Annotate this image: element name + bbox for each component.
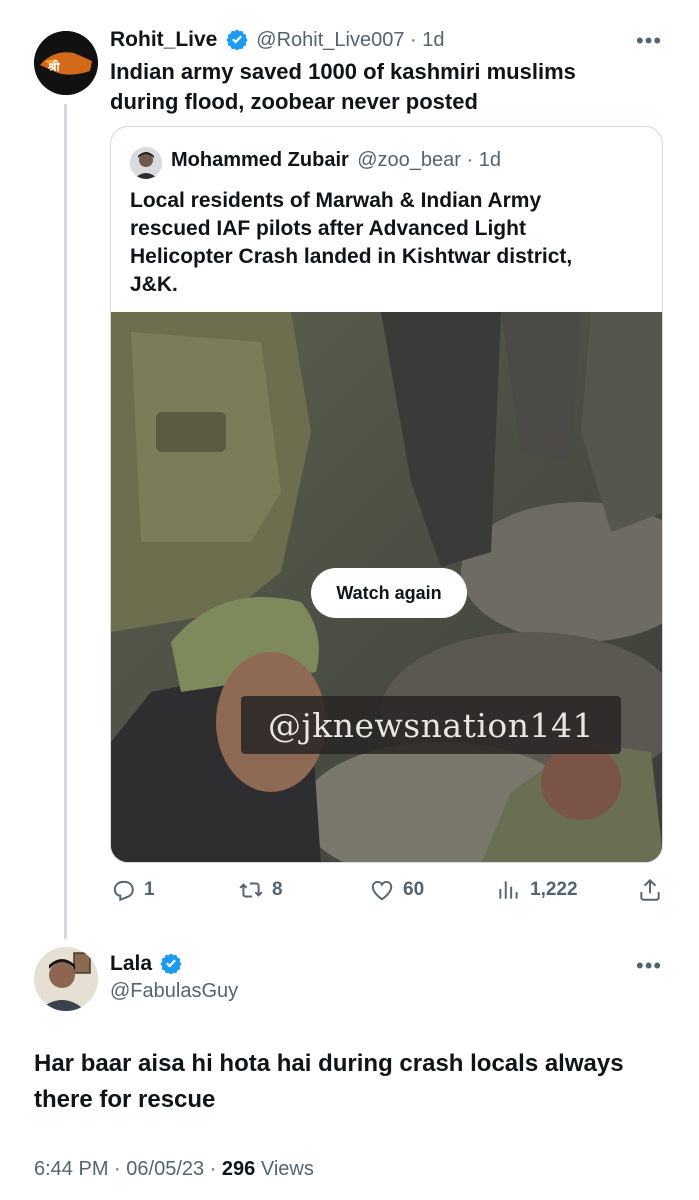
tweet-text-line: during flood, zoobear never posted: [110, 89, 478, 114]
like-count: 60: [403, 879, 425, 900]
svg-text:श्री: श्री: [47, 60, 60, 74]
header-separator: ·: [404, 29, 423, 51]
retweet-icon: [239, 882, 263, 898]
tweet-text-line: Indian army saved 1000 of kashmiri musli…: [110, 59, 576, 84]
thread-line: [64, 104, 67, 939]
reply-header: Lala @FabulasGuy: [110, 952, 238, 1003]
reply-more-options-icon[interactable]: •••: [636, 953, 662, 979]
reply-text-line: Har baar aisa hi hota hai during crash l…: [34, 1050, 624, 1077]
quoted-header: Mohammed Zubair @zoo_bear · 1d: [171, 149, 501, 172]
tweet-header: Rohit_Live @Rohit_Live007 · 1d: [110, 28, 444, 52]
share-icon: [640, 878, 660, 901]
watch-again-label: Watch again: [336, 582, 442, 603]
meta-separator: ·: [204, 1158, 222, 1180]
tweet-age[interactable]: 1d: [422, 29, 444, 51]
quoted-tweet-card[interactable]: Mohammed Zubair @zoo_bear · 1d Local res…: [110, 126, 663, 863]
reply-icon: [113, 880, 134, 902]
reply-button[interactable]: 1: [110, 877, 155, 903]
reply-meta: 6:44 PM · 06/05/23 · 296 Views: [34, 1158, 314, 1181]
reply-time[interactable]: 6:44 PM: [34, 1158, 108, 1180]
analytics-icon: [499, 881, 518, 899]
reply-views-count: 296: [221, 1158, 256, 1180]
views-button[interactable]: 1,222: [496, 877, 578, 903]
reply-views-label: Views: [255, 1158, 314, 1180]
verified-badge-icon: [226, 29, 248, 50]
watermark-text: @jknewsnation141: [267, 705, 595, 745]
verified-badge-icon: [160, 953, 183, 974]
zubair-avatar[interactable]: [130, 147, 162, 179]
quoted-text-line: J&K.: [130, 273, 178, 296]
author-handle[interactable]: @Rohit_Live007: [256, 29, 404, 51]
author-name[interactable]: Rohit_Live: [110, 28, 217, 51]
reply-author-handle[interactable]: @FabulasGuy: [110, 980, 238, 1003]
reply-text-line: there for rescue: [34, 1086, 216, 1113]
more-options-icon[interactable]: •••: [636, 28, 662, 54]
quoted-text-line: Local residents of Marwah & Indian Army: [130, 189, 542, 212]
quoted-age[interactable]: 1d: [479, 149, 501, 171]
heart-icon: [371, 880, 393, 901]
lala-avatar[interactable]: [34, 947, 98, 1011]
meta-separator: ·: [108, 1158, 127, 1180]
reply-author-name[interactable]: Lala: [110, 952, 152, 975]
quoted-author-handle[interactable]: @zoo_bear: [357, 149, 461, 171]
reply-count: 1: [144, 879, 155, 900]
reply-date[interactable]: 06/05/23: [126, 1158, 204, 1180]
share-button[interactable]: [637, 877, 663, 903]
watermark: @jknewsnation141: [241, 696, 621, 754]
tweet-text: Indian army saved 1000 of kashmiri musli…: [110, 57, 576, 117]
quoted-text-line: rescued IAF pilots after Advanced Light: [130, 217, 526, 240]
retweet-button[interactable]: 8: [238, 877, 283, 903]
quoted-text-line: Helicopter Crash landed in Kishtwar dist…: [130, 245, 573, 268]
retweet-count: 8: [272, 879, 283, 900]
quoted-separator: ·: [460, 149, 479, 171]
quoted-author-name[interactable]: Mohammed Zubair: [171, 149, 349, 171]
watch-again-button[interactable]: Watch again: [311, 568, 467, 618]
like-button[interactable]: 60: [369, 877, 424, 903]
quoted-text: Local residents of Marwah & Indian Army …: [130, 187, 572, 299]
reply-text: Har baar aisa hi hota hai during crash l…: [34, 1046, 624, 1118]
video-player[interactable]: @jknewsnation141 Watch again: [111, 312, 662, 862]
views-count: 1,222: [530, 879, 578, 900]
rohit-avatar[interactable]: श्री: [34, 31, 98, 95]
